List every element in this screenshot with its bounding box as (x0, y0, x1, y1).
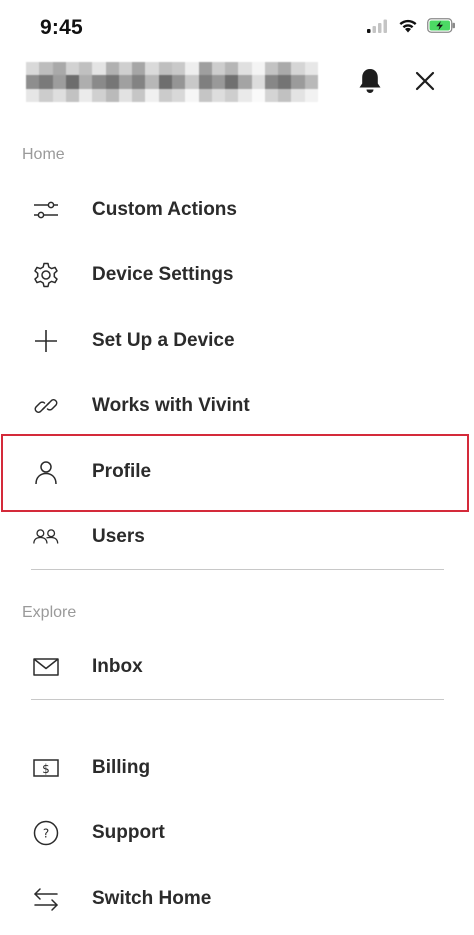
plus-icon (32, 327, 60, 355)
menu-item-users[interactable]: Users (0, 509, 474, 565)
menu-label-works-with-vivint: Works with Vivint (92, 395, 250, 416)
dollar-bill-icon: $ (32, 754, 60, 782)
envelope-icon (32, 653, 60, 681)
status-time: 9:45 (40, 16, 83, 39)
svg-text:$: $ (42, 762, 50, 776)
menu-item-works-with-vivint[interactable]: Works with Vivint (0, 378, 474, 434)
menu-label-profile: Profile (92, 461, 152, 482)
menu-label-inbox: Inbox (92, 656, 143, 677)
sliders-icon (32, 196, 60, 224)
users-icon (32, 523, 60, 551)
menu-label-custom-actions: Custom Actions (92, 199, 237, 220)
divider-explore (31, 699, 444, 700)
status-bar: 9:45 (0, 0, 474, 60)
menu-item-set-up-device[interactable]: Set Up a Device (0, 313, 474, 369)
notifications-button[interactable] (355, 68, 385, 98)
account-name-blurred (26, 62, 318, 102)
menu-item-switch-home[interactable]: Switch Home (0, 871, 474, 927)
divider-home (31, 569, 444, 570)
swap-arrows-icon (32, 885, 60, 913)
battery-charging-icon (427, 18, 456, 33)
help-circle-icon: ? (32, 819, 60, 847)
menu-item-custom-actions[interactable]: Custom Actions (0, 182, 474, 238)
wifi-icon (398, 18, 418, 33)
cellular-signal-icon (367, 19, 389, 33)
menu-label-device-settings: Device Settings (92, 264, 234, 285)
menu-item-inbox[interactable]: Inbox (0, 639, 474, 695)
status-icons (367, 18, 456, 33)
menu-item-support[interactable]: ? Support (0, 805, 474, 861)
section-label-explore: Explore (22, 604, 77, 621)
person-icon (32, 458, 60, 486)
menu-label-users: Users (92, 526, 145, 547)
svg-text:?: ? (43, 827, 49, 841)
menu-item-profile[interactable]: Profile (0, 444, 474, 500)
gear-icon (32, 261, 60, 289)
menu-label-set-up-device: Set Up a Device (92, 330, 235, 351)
link-icon (32, 392, 60, 420)
menu-item-billing[interactable]: $ Billing (0, 740, 474, 796)
menu-label-switch-home: Switch Home (92, 888, 212, 909)
bell-icon (357, 67, 383, 100)
menu-item-device-settings[interactable]: Device Settings (0, 247, 474, 303)
menu-label-billing: Billing (92, 757, 151, 778)
section-label-home: Home (22, 146, 65, 163)
close-icon (415, 71, 435, 96)
close-button[interactable] (410, 68, 440, 98)
menu-label-support: Support (92, 822, 165, 843)
